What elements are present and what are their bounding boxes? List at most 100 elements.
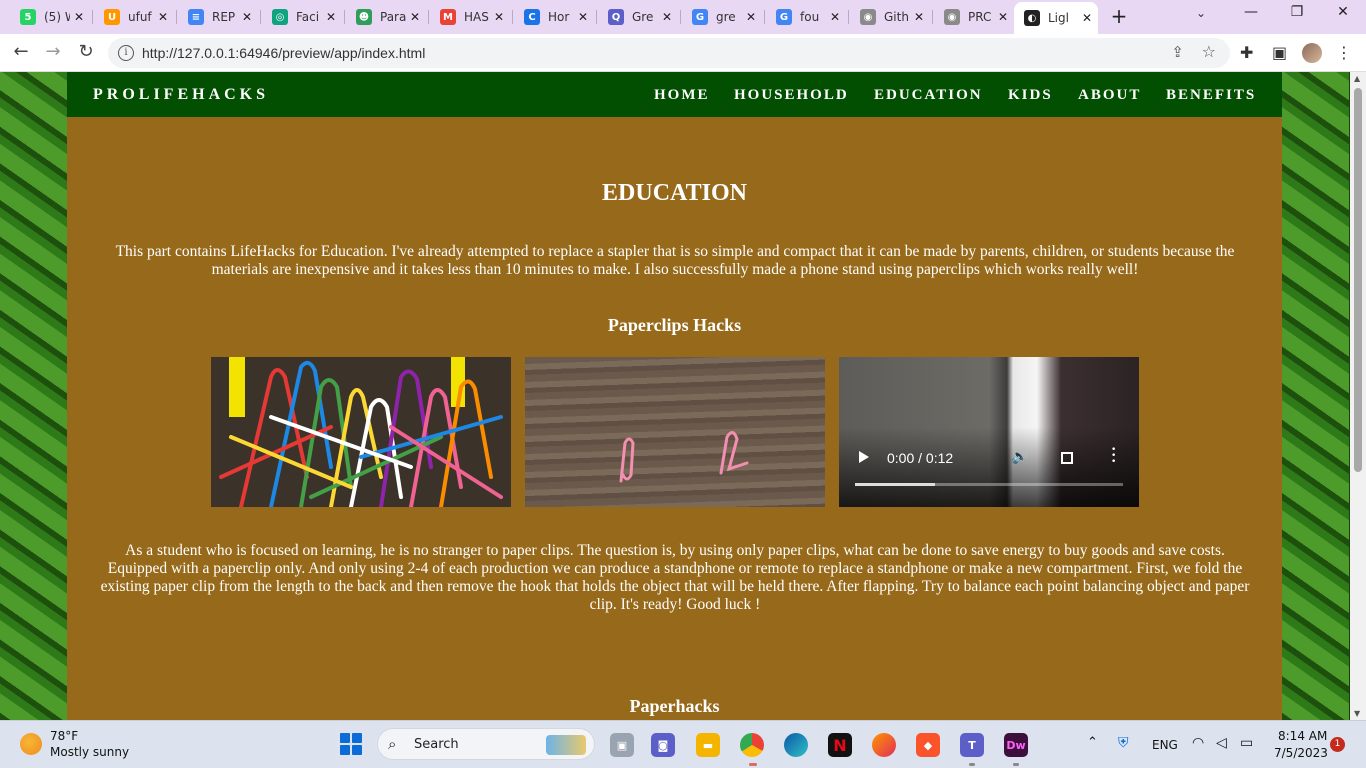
- nav-about[interactable]: ABOUT: [1078, 87, 1141, 104]
- url-text[interactable]: http://127.0.0.1:64946/preview/app/index…: [142, 45, 425, 61]
- chrome-icon[interactable]: [740, 733, 764, 757]
- netflix-icon[interactable]: N: [828, 733, 852, 757]
- browser-tab[interactable]: 5 (5) W ✕: [10, 4, 90, 30]
- nav-education[interactable]: EDUCATION: [874, 87, 983, 104]
- tab-close-icon[interactable]: ✕: [74, 10, 84, 24]
- tab-title: Gre: [632, 10, 654, 24]
- dreamweaver-icon[interactable]: Dw: [1004, 733, 1028, 757]
- start-button[interactable]: [340, 733, 362, 755]
- video-player[interactable]: 0:00 / 0:12 🔊 · · ·: [839, 357, 1139, 507]
- bent-paperclips-image: [525, 357, 825, 507]
- back-button[interactable]: ←: [10, 42, 32, 62]
- tab-close-icon[interactable]: ✕: [830, 10, 840, 24]
- scroll-up-arrow-icon[interactable]: ▲: [1354, 74, 1360, 83]
- browser-tab[interactable]: ≡ REP ✕: [178, 4, 258, 30]
- input-language[interactable]: ENG: [1152, 738, 1178, 752]
- browser-tab[interactable]: ◉ Gith ✕: [850, 4, 930, 30]
- video-progress-fill: [855, 483, 936, 486]
- page-scrollbar[interactable]: ▲ ▼: [1350, 72, 1366, 720]
- tab-search-chevron-icon[interactable]: ⌄: [1196, 6, 1206, 20]
- browser-menu-icon[interactable]: ⋮: [1336, 43, 1352, 62]
- tab-separator: [764, 10, 765, 24]
- volume-icon[interactable]: 🔊: [1011, 449, 1028, 466]
- nav-kids[interactable]: KIDS: [1008, 87, 1053, 104]
- tab-close-icon[interactable]: ✕: [326, 10, 336, 24]
- browser-tab[interactable]: ◎ Faci ✕: [262, 4, 342, 30]
- video-time: 0:00 / 0:12: [887, 450, 954, 466]
- browser-tab[interactable]: Gfou ✕: [766, 4, 846, 30]
- minimize-button[interactable]: —: [1236, 4, 1266, 20]
- browser-tab[interactable]: ☻ Para ✕: [346, 4, 426, 30]
- new-tab-button[interactable]: +: [1108, 4, 1130, 28]
- search-label: Search: [414, 737, 459, 752]
- tab-close-icon[interactable]: ✕: [998, 10, 1008, 24]
- share-icon[interactable]: ⇪: [1171, 43, 1184, 61]
- forward-button[interactable]: →: [42, 42, 64, 62]
- side-panel-icon[interactable]: ▣: [1272, 43, 1287, 62]
- tab-close-icon[interactable]: ✕: [494, 10, 504, 24]
- wifi-icon[interactable]: ◠: [1192, 735, 1204, 751]
- profile-avatar[interactable]: [1302, 43, 1322, 63]
- browser-tab[interactable]: Q Gre ✕: [598, 4, 678, 30]
- tab-close-icon[interactable]: ✕: [578, 10, 588, 24]
- tab-favicon-icon: G: [692, 9, 708, 25]
- edge-icon[interactable]: [784, 733, 808, 757]
- tab-favicon-icon: ◉: [944, 9, 960, 25]
- tab-favicon-icon: Q: [608, 9, 624, 25]
- browser-tab[interactable]: ◉ PRC ✕: [934, 4, 1014, 30]
- weather-temp[interactable]: 78°F: [50, 729, 78, 743]
- weather-sun-icon[interactable]: [20, 733, 42, 755]
- maximize-button[interactable]: ❐: [1282, 4, 1312, 20]
- reload-button[interactable]: ↻: [75, 42, 97, 62]
- browser-tab[interactable]: C Hor ✕: [514, 4, 594, 30]
- teams-icon[interactable]: T: [960, 733, 984, 757]
- video-controls-shade: [839, 427, 1139, 507]
- tab-close-icon[interactable]: ✕: [242, 10, 252, 24]
- extensions-icon[interactable]: ✚: [1240, 43, 1253, 62]
- scroll-down-arrow-icon[interactable]: ▼: [1354, 709, 1360, 718]
- browser-tab[interactable]: M HAS ✕: [430, 4, 510, 30]
- site-navbar: PROLIFEHACKS HOME HOUSEHOLD EDUCATION KI…: [67, 72, 1282, 117]
- tab-close-icon[interactable]: ✕: [746, 10, 756, 24]
- tray-overflow-chevron-icon[interactable]: ⌃: [1087, 735, 1098, 750]
- tab-close-icon[interactable]: ✕: [914, 10, 924, 24]
- tab-close-icon[interactable]: ✕: [1082, 11, 1092, 25]
- scrollbar-thumb[interactable]: [1354, 88, 1362, 472]
- browser-toolbar: ← → ↻ i http://127.0.0.1:64946/preview/a…: [0, 34, 1366, 72]
- tab-favicon-icon: 5: [20, 9, 36, 25]
- taskbar-search[interactable]: ⌕ Search: [377, 728, 595, 760]
- browser-tab[interactable]: Uufuf ✕: [94, 4, 174, 30]
- play-icon[interactable]: [859, 451, 869, 463]
- video-progress-track[interactable]: [855, 483, 1123, 486]
- weather-desc[interactable]: Mostly sunny: [50, 745, 129, 759]
- clock-time[interactable]: 8:14 AM: [1278, 729, 1327, 743]
- nav-household[interactable]: HOUSEHOLD: [734, 87, 849, 104]
- task-view-icon[interactable]: ▣: [610, 733, 634, 757]
- page-viewport: PROLIFEHACKS HOME HOUSEHOLD EDUCATION KI…: [0, 72, 1350, 720]
- nav-benefits[interactable]: BENEFITS: [1166, 87, 1256, 104]
- browser-tab[interactable]: ◐ Ligl ✕: [1014, 2, 1098, 34]
- security-shield-icon[interactable]: ⛨: [1118, 735, 1129, 751]
- more-options-icon[interactable]: · · ·: [1111, 442, 1116, 470]
- close-window-button[interactable]: ✕: [1328, 4, 1358, 20]
- nav-home[interactable]: HOME: [654, 87, 710, 104]
- notification-badge[interactable]: 1: [1330, 737, 1345, 752]
- tab-close-icon[interactable]: ✕: [158, 10, 168, 24]
- site-brand[interactable]: PROLIFEHACKS: [93, 86, 269, 104]
- tab-separator: [428, 10, 429, 24]
- bookmark-star-icon[interactable]: ☆: [1202, 42, 1216, 61]
- brave-icon[interactable]: ◆: [916, 733, 940, 757]
- firefox-icon[interactable]: [872, 733, 896, 757]
- browser-tab[interactable]: Ggre ✕: [682, 4, 762, 30]
- site-info-icon[interactable]: i: [118, 45, 134, 61]
- clock-date[interactable]: 7/5/2023: [1274, 746, 1328, 760]
- tab-title: ufuf: [128, 10, 152, 24]
- address-bar[interactable]: i http://127.0.0.1:64946/preview/app/ind…: [108, 38, 1230, 68]
- chat-icon[interactable]: ◙: [651, 733, 675, 757]
- tab-close-icon[interactable]: ✕: [662, 10, 672, 24]
- speaker-icon[interactable]: ◁: [1216, 735, 1227, 751]
- battery-icon[interactable]: ▭: [1240, 735, 1253, 751]
- file-explorer-icon[interactable]: ▬: [696, 733, 720, 757]
- tab-close-icon[interactable]: ✕: [410, 10, 420, 24]
- fullscreen-icon[interactable]: [1061, 452, 1073, 464]
